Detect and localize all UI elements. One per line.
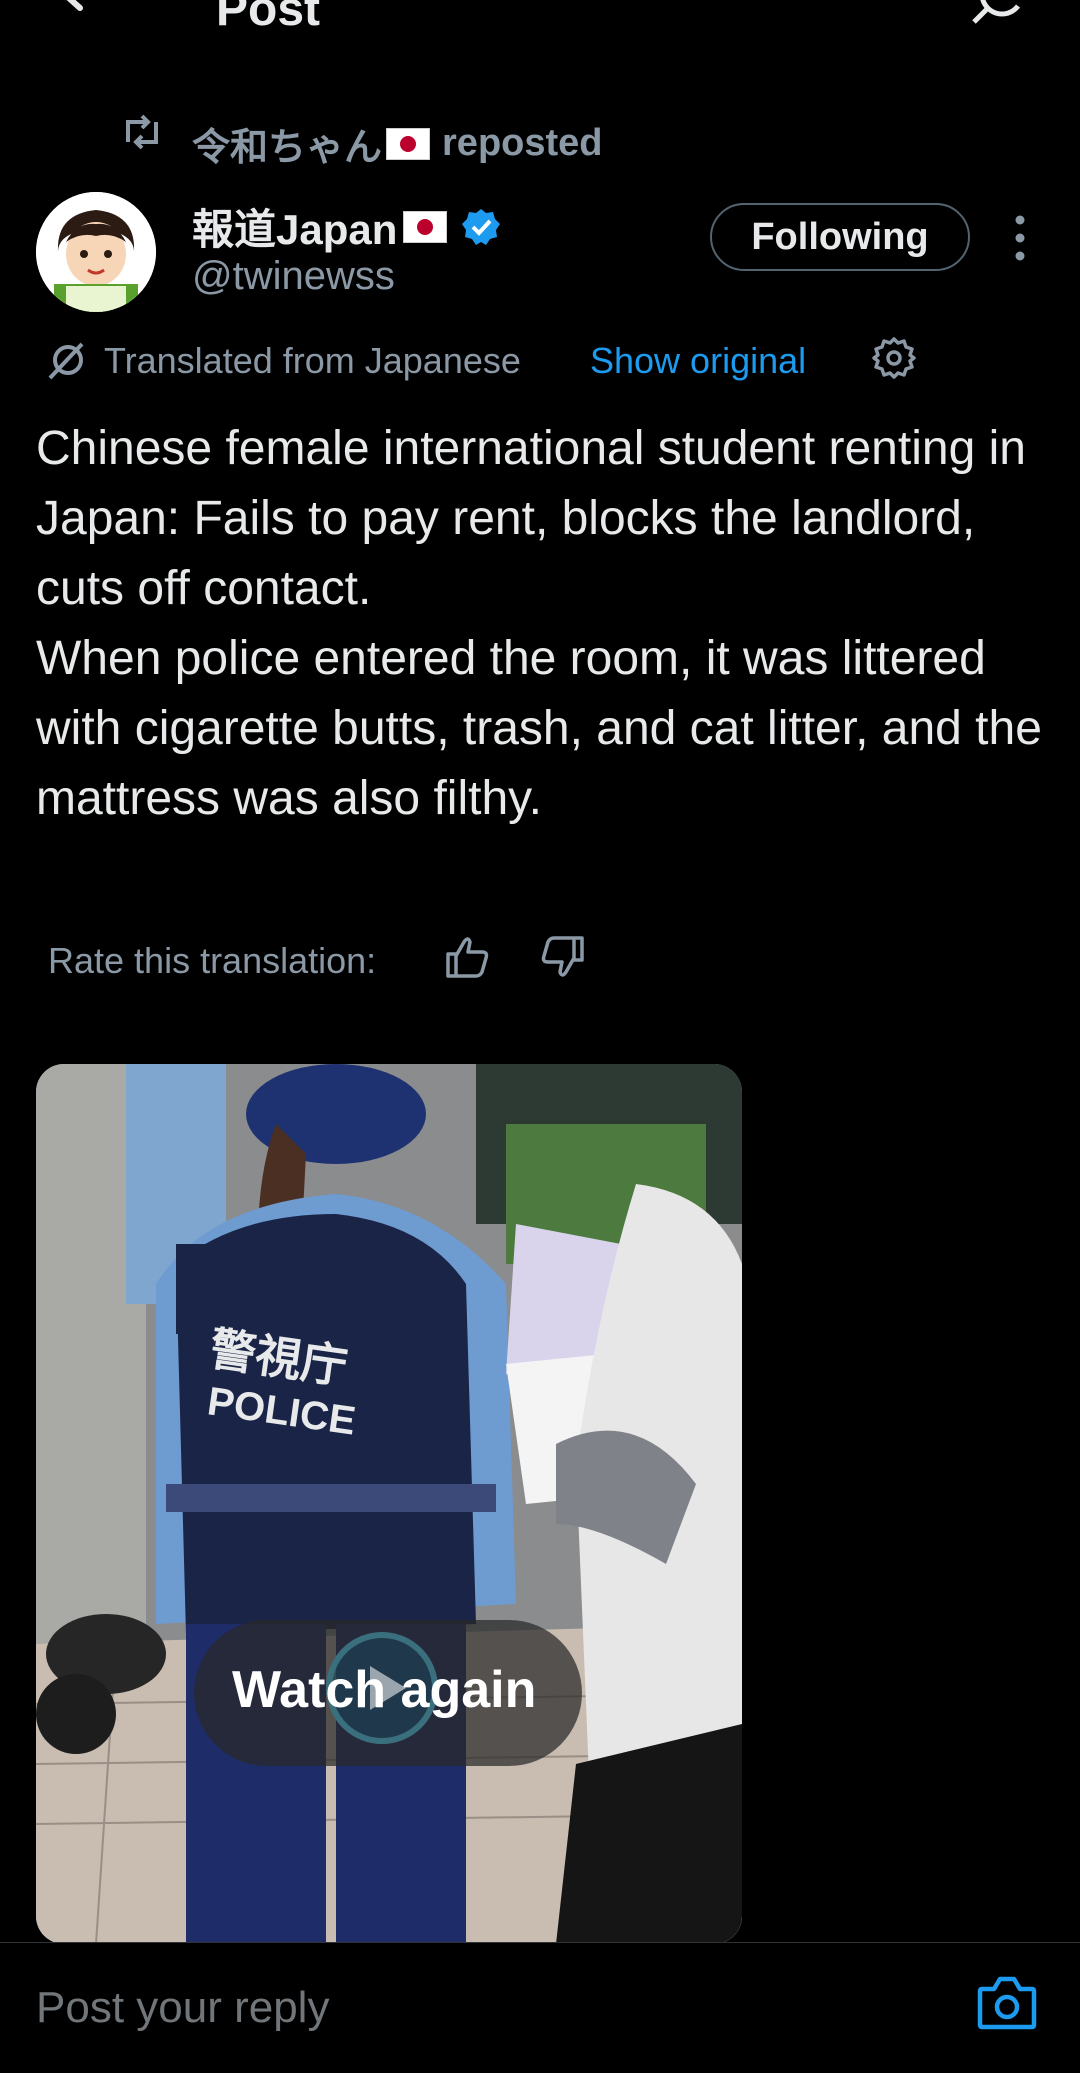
thumbs-down-icon[interactable]: [540, 934, 586, 980]
reply-input[interactable]: [36, 1983, 836, 2033]
settings-icon[interactable]: [872, 336, 916, 380]
author-handle[interactable]: @twinewss: [192, 254, 395, 299]
avatar-image: [36, 192, 156, 312]
rate-translation-label: Rate this translation:: [48, 940, 377, 981]
author-name-row[interactable]: 報道Japan: [192, 196, 501, 257]
watch-again-label: Watch again: [232, 1661, 537, 1719]
repost-icon: [126, 114, 158, 150]
japan-flag-icon: [386, 127, 431, 160]
avatar[interactable]: [36, 192, 156, 312]
show-original-link[interactable]: Show original: [590, 340, 806, 382]
video-frame: 警視庁 POLICE: [36, 1064, 742, 1944]
thumbs-up-icon[interactable]: [444, 934, 490, 980]
back-arrow-icon[interactable]: [52, 0, 112, 26]
refresh-icon[interactable]: [968, 0, 1028, 26]
verified-icon: [462, 208, 501, 245]
repost-label[interactable]: 令和ちゃん reposted: [192, 116, 603, 171]
post-text: Chinese female international student ren…: [36, 422, 1042, 825]
japan-flag-icon: [403, 210, 448, 243]
more-icon[interactable]: [1000, 210, 1040, 266]
translated-label: Translated from Japanese: [104, 340, 521, 381]
camera-icon[interactable]: [976, 1973, 1038, 2031]
reposter-name: 令和ちゃん: [192, 127, 383, 169]
author-name: 報道Japan: [192, 206, 398, 253]
following-button[interactable]: Following: [710, 203, 970, 271]
page-title: Post: [216, 0, 321, 36]
repost-suffix: reposted: [442, 122, 603, 164]
translate-icon: [48, 342, 84, 380]
reply-bar: [0, 1942, 1080, 2073]
video-player[interactable]: 警視庁 POLICE Watch again: [36, 1064, 742, 1944]
